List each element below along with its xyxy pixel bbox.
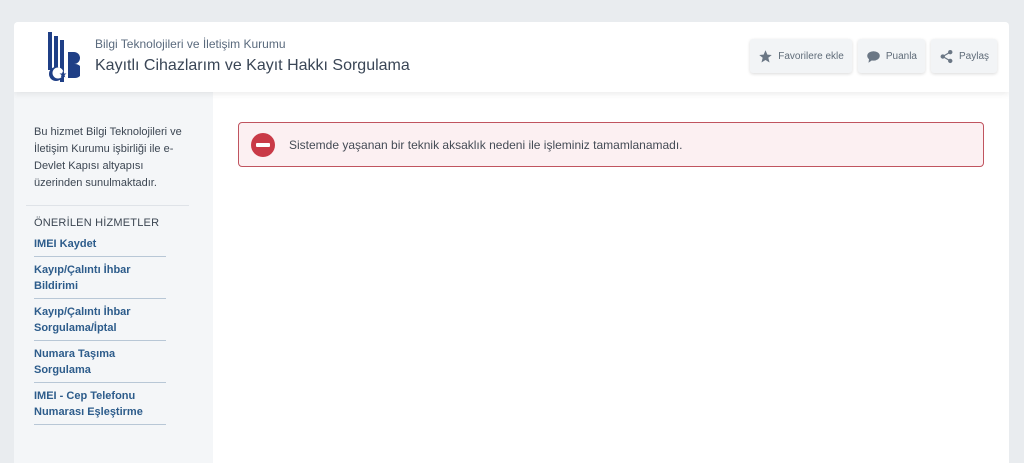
header-actions: Favorilere ekle Puanla Paylaş	[750, 39, 997, 73]
share-button[interactable]: Paylaş	[930, 39, 997, 73]
sidebar-link-kayip-ihbar-sorgulama[interactable]: Kayıp/Çalıntı İhbar Sorgulama/İptal	[34, 303, 166, 341]
favorites-button[interactable]: Favorilere ekle	[750, 39, 852, 73]
page-title: Kayıtlı Cihazlarım ve Kayıt Hakkı Sorgul…	[95, 57, 410, 74]
suggested-services-heading: ÖNERİLEN HİZMETLER	[34, 217, 160, 229]
sidebar-link-imei-kaydet[interactable]: IMEI Kaydet	[34, 235, 166, 257]
share-label: Paylaş	[958, 50, 989, 62]
page-header: Bilgi Teknolojileri ve İletişim Kurumu K…	[14, 22, 1009, 92]
org-name: Bilgi Teknolojileri ve İletişim Kurumu	[95, 37, 286, 51]
favorites-label: Favorilere ekle	[778, 50, 844, 62]
star-icon	[759, 49, 772, 62]
sidebar-note: Bu hizmet Bilgi Teknolojileri ve İletişi…	[34, 126, 182, 189]
rate-button[interactable]: Puanla	[857, 39, 925, 73]
comment-icon	[867, 50, 880, 63]
sidebar: Bu hizmet Bilgi Teknolojileri ve İletişi…	[14, 92, 213, 463]
main-content: Sistemde yaşanan bir teknik aksaklık ned…	[213, 92, 1009, 463]
error-alert: Sistemde yaşanan bir teknik aksaklık ned…	[238, 122, 984, 167]
rate-label: Puanla	[885, 50, 917, 62]
btk-logo-icon	[48, 32, 80, 82]
sidebar-link-numara-tasima[interactable]: Numara Taşıma Sorgulama	[34, 345, 166, 383]
error-message: Sistemde yaşanan bir teknik aksaklık ned…	[289, 137, 683, 152]
sidebar-link-imei-eslestirme[interactable]: IMEI - Cep Telefonu Numarası Eşleştirme	[34, 387, 166, 425]
error-minus-icon	[251, 132, 275, 157]
sidebar-divider	[26, 205, 189, 206]
share-icon	[940, 49, 953, 63]
sidebar-inner: Bu hizmet Bilgi Teknolojileri ve İletişi…	[26, 92, 190, 429]
sidebar-link-kayip-ihbar-bildirimi[interactable]: Kayıp/Çalıntı İhbar Bildirimi	[34, 261, 166, 299]
main-card: Bilgi Teknolojileri ve İletişim Kurumu K…	[14, 22, 1009, 463]
